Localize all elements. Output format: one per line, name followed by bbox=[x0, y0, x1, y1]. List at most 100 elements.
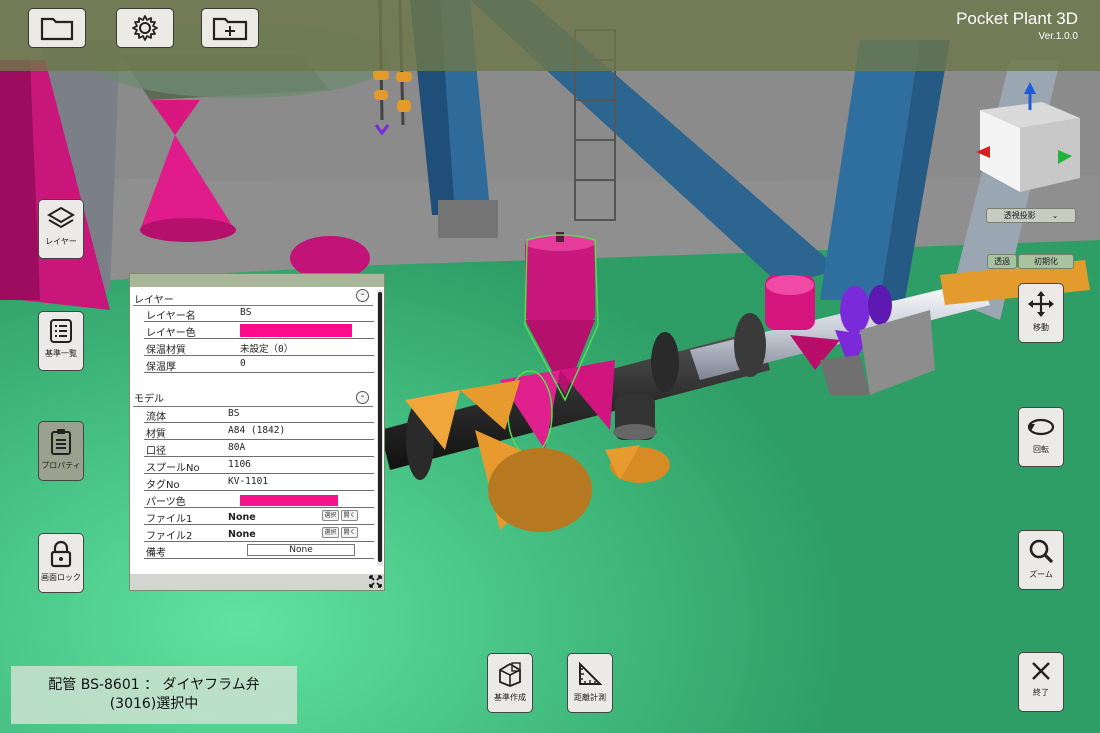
diameter-row: 口径 80A bbox=[144, 440, 374, 457]
note-label: 備考 bbox=[146, 548, 166, 559]
projection-select[interactable]: 透視投影 ⌄ bbox=[986, 208, 1076, 223]
screen-lock-button[interactable]: 画面ロック bbox=[38, 533, 84, 593]
cube-icon bbox=[499, 662, 521, 687]
lock-icon bbox=[50, 540, 72, 568]
file1-label: ファイル1 bbox=[146, 514, 193, 525]
layer-section-collapse-button[interactable]: - bbox=[356, 289, 369, 302]
layer-color-swatch[interactable] bbox=[240, 324, 352, 337]
distance-measure-button[interactable]: 距離計測 bbox=[567, 653, 613, 713]
layer-color-row: レイヤー色 bbox=[144, 322, 374, 339]
reset-view-button[interactable]: 初期化 bbox=[1018, 254, 1074, 269]
panel-header[interactable] bbox=[130, 274, 384, 287]
insulation-material-label: 保温材質 bbox=[146, 345, 186, 356]
tag-row: タグNo KV-1101 bbox=[144, 474, 374, 491]
app-title: Pocket Plant 3D bbox=[956, 9, 1078, 28]
move-button[interactable]: 移動 bbox=[1018, 283, 1064, 343]
app-version: Ver.1.0.0 bbox=[1038, 31, 1078, 42]
file1-select-button[interactable]: 選択 bbox=[322, 510, 339, 521]
layer-button[interactable]: レイヤー bbox=[38, 199, 84, 259]
model-section-title: モデル bbox=[134, 394, 164, 405]
move-arrows-icon bbox=[1028, 291, 1054, 317]
file2-open-button[interactable]: 開く bbox=[341, 527, 358, 538]
insulation-material-value: 未設定（0） bbox=[240, 344, 294, 355]
folder-plus-icon bbox=[212, 17, 248, 41]
screen-lock-label: 画面ロック bbox=[41, 573, 81, 582]
gear-icon bbox=[132, 15, 158, 41]
exit-button-label: 終了 bbox=[1033, 688, 1049, 697]
exit-button[interactable]: 終了 bbox=[1018, 652, 1064, 712]
layer-name-label: レイヤー名 bbox=[146, 311, 196, 322]
distance-measure-label: 距離計測 bbox=[574, 693, 606, 702]
magnifier-icon bbox=[1029, 539, 1054, 564]
folder-icon bbox=[40, 17, 74, 41]
layer-name-value: BS bbox=[240, 307, 252, 318]
view-cube[interactable] bbox=[972, 80, 1090, 198]
file2-select-button[interactable]: 選択 bbox=[322, 527, 339, 538]
scrollbar-thumb[interactable] bbox=[378, 292, 382, 562]
layer-color-label: レイヤー色 bbox=[146, 328, 196, 339]
rotate-button[interactable]: 回転 bbox=[1018, 407, 1064, 467]
create-reference-label: 基準作成 bbox=[494, 693, 526, 702]
triangle-ruler-icon bbox=[579, 661, 603, 685]
tag-value: KV-1101 bbox=[228, 476, 269, 487]
part-color-row: パーツ色 bbox=[144, 491, 374, 508]
diameter-label: 口径 bbox=[146, 446, 166, 457]
property-panel: レイヤー - レイヤー名 BS レイヤー色 保温材質 未設定（0） 保温厚 0 … bbox=[129, 273, 385, 591]
part-color-swatch[interactable] bbox=[240, 495, 338, 506]
status-line-1: 配管 BS-8601 ： ダイヤフラム弁 bbox=[48, 677, 260, 693]
zoom-button[interactable]: ズーム bbox=[1018, 530, 1064, 590]
file2-label: ファイル2 bbox=[146, 531, 193, 542]
add-folder-button[interactable] bbox=[201, 8, 259, 48]
material-label: 材質 bbox=[146, 429, 166, 440]
note-field[interactable]: None bbox=[247, 544, 355, 556]
part-color-label: パーツ色 bbox=[146, 497, 186, 508]
reference-list-label: 基準一覧 bbox=[45, 349, 77, 358]
material-value: A84 (1842) bbox=[228, 425, 286, 436]
clipboard-icon bbox=[51, 429, 71, 455]
file1-row: ファイル1 None 選択 開く bbox=[144, 508, 374, 525]
material-row: 材質 A84 (1842) bbox=[144, 423, 374, 440]
zoom-button-label: ズーム bbox=[1029, 570, 1053, 579]
property-button-label: プロパティ bbox=[41, 461, 81, 470]
file2-row: ファイル2 None 選択 開く bbox=[144, 525, 374, 542]
reference-list-button[interactable]: 基準一覧 bbox=[38, 311, 84, 371]
property-button[interactable]: プロパティ bbox=[38, 421, 84, 481]
open-folder-button[interactable] bbox=[28, 8, 86, 48]
move-button-label: 移動 bbox=[1033, 323, 1049, 332]
expand-icon[interactable] bbox=[369, 575, 382, 588]
layer-name-row: レイヤー名 BS bbox=[144, 305, 374, 322]
layers-icon bbox=[47, 206, 75, 229]
list-icon bbox=[50, 319, 72, 343]
fluid-label: 流体 bbox=[146, 412, 166, 423]
top-toolbar: Pocket Plant 3D Ver.1.0.0 bbox=[0, 0, 1100, 71]
fluid-row: 流体 BS bbox=[144, 406, 374, 423]
layer-section-title: レイヤー bbox=[134, 295, 174, 306]
spool-value: 1106 bbox=[228, 459, 251, 470]
projection-label: 透視投影 bbox=[1003, 211, 1036, 220]
layer-button-label: レイヤー bbox=[45, 237, 77, 246]
panel-footer bbox=[130, 574, 384, 590]
spool-row: スプールNo 1106 bbox=[144, 457, 374, 474]
settings-button[interactable] bbox=[116, 8, 174, 48]
spool-label: スプールNo bbox=[146, 463, 200, 474]
insulation-material-row: 保温材質 未設定（0） bbox=[144, 339, 374, 356]
transparent-button[interactable]: 透過 bbox=[987, 254, 1017, 269]
insulation-thickness-value: 0 bbox=[240, 358, 246, 369]
insulation-thickness-row: 保温厚 0 bbox=[144, 356, 374, 373]
note-row: 備考 None bbox=[144, 542, 374, 559]
create-reference-button[interactable]: 基準作成 bbox=[487, 653, 533, 713]
model-section-collapse-button[interactable]: - bbox=[356, 391, 369, 404]
selection-status: 配管 BS-8601 ： ダイヤフラム弁 (3016)選択中 bbox=[11, 666, 297, 724]
file2-value: None bbox=[228, 529, 256, 540]
close-icon bbox=[1032, 662, 1050, 680]
rotate-icon bbox=[1027, 418, 1055, 436]
file1-value: None bbox=[228, 512, 256, 523]
panel-scrollbar[interactable] bbox=[377, 290, 383, 566]
fluid-value: BS bbox=[228, 408, 240, 419]
status-line-2: (3016)選択中 bbox=[109, 696, 199, 712]
rotate-button-label: 回転 bbox=[1033, 445, 1049, 454]
file1-open-button[interactable]: 開く bbox=[341, 510, 358, 521]
chevron-down-icon: ⌄ bbox=[1051, 211, 1059, 220]
insulation-thickness-label: 保温厚 bbox=[146, 362, 176, 373]
diameter-value: 80A bbox=[228, 442, 246, 453]
